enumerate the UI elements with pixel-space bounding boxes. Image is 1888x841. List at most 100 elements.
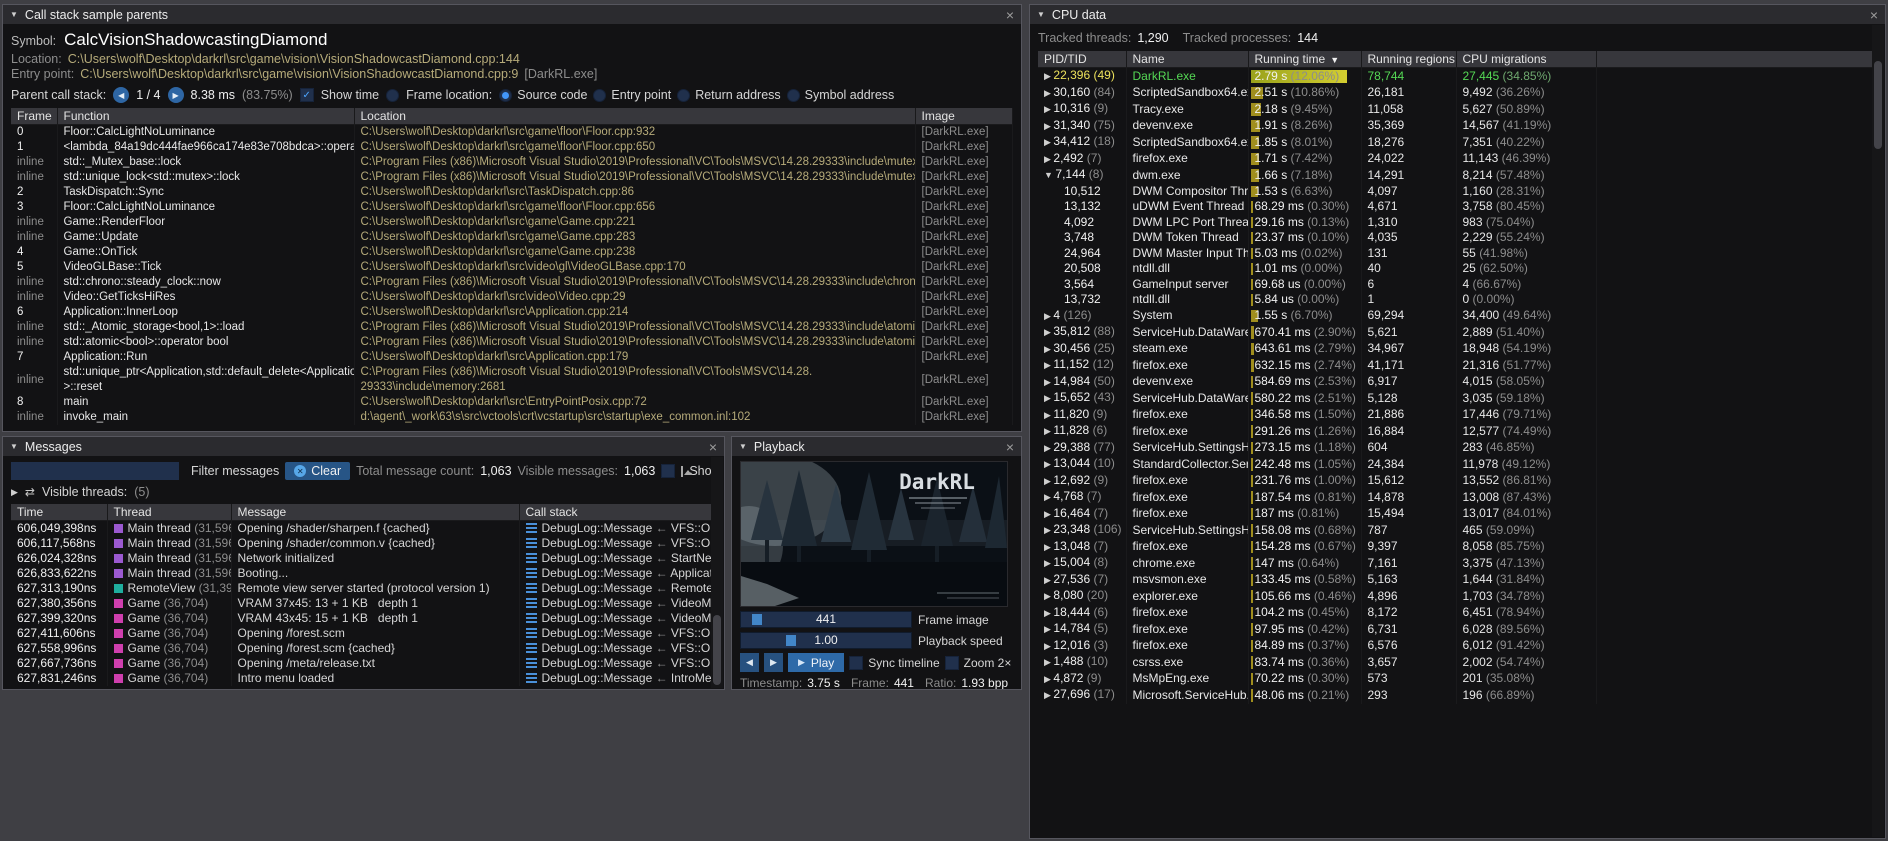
- frame-location-radio-symbol-address[interactable]: Symbol address: [787, 88, 895, 102]
- cpu-row[interactable]: ▶ 1,488 (10)csrss.exe83.74 ms (0.36%)3,6…: [1038, 654, 1877, 671]
- expand-arrow-icon[interactable]: ▶: [1044, 154, 1053, 164]
- cpu-row[interactable]: ▶ 22,396 (49)DarkRL.exe2.79 s (12.06%)78…: [1038, 68, 1877, 85]
- expand-arrow-icon[interactable]: ▼: [1044, 170, 1055, 180]
- cpu-row[interactable]: ▶ 29,388 (77)ServiceHub.SettingsHost273.…: [1038, 440, 1877, 457]
- expand-arrow-icon[interactable]: ▶: [1044, 327, 1053, 337]
- prev-parent-button[interactable]: ◀: [113, 87, 129, 103]
- message-row[interactable]: 626,024,328nsMain thread (31,596)Network…: [11, 551, 716, 566]
- cpu-row[interactable]: ▶ 13,048 (7)firefox.exe154.28 ms (0.67%)…: [1038, 539, 1877, 556]
- clear-button[interactable]: ✕ Clear: [285, 462, 350, 480]
- cpu-row[interactable]: 20,508ntdll.dll1.01 ms (0.00%)4025 (62.5…: [1038, 261, 1877, 277]
- expand-arrow-icon[interactable]: ▶: [1044, 476, 1053, 486]
- message-row[interactable]: 627,831,246nsGame (36,704)Intro menu loa…: [11, 671, 716, 686]
- callstack-row[interactable]: inlinestd::_Mutex_base::lockC:\Program F…: [11, 155, 1013, 170]
- collapse-arrow-icon[interactable]: ▼: [1037, 10, 1045, 19]
- message-row[interactable]: 626,833,622nsMain thread (31,596)Booting…: [11, 566, 716, 581]
- expand-arrow-icon[interactable]: ▶: [1044, 690, 1053, 700]
- callstack-row[interactable]: inlinestd::unique_ptr<Application,std::d…: [11, 365, 1013, 395]
- expand-arrow-icon[interactable]: ▶: [1044, 137, 1053, 147]
- cpu-row[interactable]: ▶ 4,872 (9)MsMpEng.exe70.22 ms (0.30%)57…: [1038, 671, 1877, 688]
- message-row[interactable]: 627,558,996nsGame (36,704)Opening /fores…: [11, 641, 716, 656]
- cpu-row[interactable]: 3,564GameInput server69.68 us (0.00%)64 …: [1038, 277, 1877, 293]
- cpu-row[interactable]: ▶ 2,492 (7)firefox.exe1.71 s (7.42%)24,0…: [1038, 151, 1877, 168]
- cpu-row[interactable]: ▶ 31,340 (75)devenv.exe1.91 s (8.26%)35,…: [1038, 118, 1877, 135]
- cpu-row[interactable]: ▶ 4,768 (7)firefox.exe187.54 ms (0.81%)1…: [1038, 489, 1877, 506]
- expand-arrow-icon[interactable]: ▶: [1044, 459, 1053, 469]
- callstack-row[interactable]: 5VideoGLBase::TickC:\Users\wolf\Desktop\…: [11, 260, 1013, 275]
- callstack-row[interactable]: 6Application::InnerLoopC:\Users\wolf\Des…: [11, 305, 1013, 320]
- cpu-row[interactable]: ▶ 12,692 (9)firefox.exe231.76 ms (1.00%)…: [1038, 473, 1877, 490]
- cpu-row[interactable]: ▶ 13,044 (10)StandardCollector.Servic242…: [1038, 456, 1877, 473]
- playback-titlebar[interactable]: ▼ Playback ×: [732, 437, 1021, 456]
- callstack-row[interactable]: inlinestd::_Atomic_storage<bool,1>::load…: [11, 320, 1013, 335]
- sync-timeline-checkbox[interactable]: [849, 656, 863, 670]
- collapse-arrow-icon[interactable]: ▼: [739, 442, 747, 451]
- column-header[interactable]: Time: [11, 504, 107, 521]
- cpu-row[interactable]: ▶ 27,536 (7)msvsmon.exe133.45 ms (0.58%)…: [1038, 572, 1877, 589]
- callstack-row[interactable]: inlinestd::chrono::steady_clock::nowC:\P…: [11, 275, 1013, 290]
- column-header[interactable]: Image: [915, 108, 1013, 125]
- message-row[interactable]: 627,411,606nsGame (36,704)Opening /fores…: [11, 626, 716, 641]
- cpu-row[interactable]: ▶ 4 (126)System1.55 s (6.70%)69,29434,40…: [1038, 308, 1877, 325]
- play-button[interactable]: ▶ Play: [788, 653, 844, 672]
- speed-slider[interactable]: 1.00: [740, 632, 912, 649]
- frame-slider[interactable]: 441: [740, 611, 912, 628]
- cpu-row[interactable]: ▶ 27,696 (17)Microsoft.ServiceHub.Co48.0…: [1038, 687, 1877, 704]
- expand-arrow-icon[interactable]: ▶: [1044, 542, 1053, 552]
- callstack-cell[interactable]: DebugLog::Message ← VideoMemo: [519, 611, 716, 626]
- close-icon[interactable]: ×: [709, 440, 717, 454]
- show-time-checkbox[interactable]: [300, 88, 314, 102]
- callstack-cell[interactable]: DebugLog::Message ← VFS::Open: [519, 536, 716, 551]
- close-icon[interactable]: ×: [1006, 440, 1014, 454]
- column-header[interactable]: Message: [231, 504, 519, 521]
- message-row[interactable]: 606,117,568nsMain thread (31,596)Opening…: [11, 536, 716, 551]
- column-header[interactable]: Location: [354, 108, 915, 125]
- callstack-cell[interactable]: DebugLog::Message ← VFS::Open: [519, 656, 716, 671]
- prev-frame-button[interactable]: ◀: [740, 653, 759, 672]
- callstack-cell[interactable]: DebugLog::Message ← IntroMenu::: [519, 671, 716, 686]
- expand-arrow-icon[interactable]: ▶: [11, 487, 18, 498]
- expand-arrow-icon[interactable]: ▶: [1044, 104, 1053, 114]
- column-header[interactable]: CPU migrations: [1456, 51, 1596, 68]
- expand-arrow-icon[interactable]: ▶: [1044, 426, 1053, 436]
- cpu-row[interactable]: ▶ 30,456 (25)steam.exe643.61 ms (2.79%)3…: [1038, 341, 1877, 358]
- expand-arrow-icon[interactable]: ▶: [1044, 360, 1053, 370]
- cpu-row[interactable]: ▶ 11,828 (6)firefox.exe291.26 ms (1.26%)…: [1038, 423, 1877, 440]
- column-header[interactable]: Function: [57, 108, 354, 125]
- callstack-row[interactable]: inlineGame::UpdateC:\Users\wolf\Desktop\…: [11, 230, 1013, 245]
- callstack-row[interactable]: 1<lambda_84a19dc444fae966ca174e83e708bdc…: [11, 140, 1013, 155]
- expand-arrow-icon[interactable]: ▶: [1044, 377, 1053, 387]
- cpu-row[interactable]: ▶ 12,016 (3)firefox.exe84.89 ms (0.37%)6…: [1038, 638, 1877, 655]
- cpu-scrollbar[interactable]: [1872, 25, 1884, 837]
- cpu-row[interactable]: 24,964DWM Master Input Thread5.03 ms (0.…: [1038, 246, 1877, 262]
- expand-arrow-icon[interactable]: ▶: [1044, 393, 1053, 403]
- close-icon[interactable]: ×: [1006, 8, 1014, 22]
- callstack-cell[interactable]: DebugLog::Message ← StartNetwo: [519, 551, 716, 566]
- cpu-row[interactable]: 3,748DWM Token Thread23.37 ms (0.10%)4,0…: [1038, 230, 1877, 246]
- message-row[interactable]: 627,667,736nsGame (36,704)Opening /meta/…: [11, 656, 716, 671]
- column-header[interactable]: PID/TID: [1038, 51, 1126, 68]
- cpu-row[interactable]: ▶ 14,784 (5)firefox.exe97.95 ms (0.42%)6…: [1038, 621, 1877, 638]
- expand-arrow-icon[interactable]: ▶: [1044, 558, 1053, 568]
- callstack-row[interactable]: inlinestd::atomic<bool>::operator boolC:…: [11, 335, 1013, 350]
- cpu-row[interactable]: ▼ 7,144 (8)dwm.exe1.66 s (7.18%)14,2918,…: [1038, 167, 1877, 184]
- cpu-row[interactable]: ▶ 8,080 (20)explorer.exe105.66 ms (0.46%…: [1038, 588, 1877, 605]
- next-frame-button[interactable]: ▶: [764, 653, 783, 672]
- callstack-titlebar[interactable]: ▼ Call stack sample parents ×: [3, 5, 1021, 24]
- cpu-row[interactable]: ▶ 35,812 (88)ServiceHub.DataWarehou670.4…: [1038, 324, 1877, 341]
- cpu-row[interactable]: ▶ 16,464 (7)firefox.exe187 ms (0.81%)15,…: [1038, 506, 1877, 523]
- collapse-arrow-icon[interactable]: ▼: [10, 10, 18, 19]
- show-frame-checkbox[interactable]: [661, 464, 675, 478]
- close-icon[interactable]: ×: [1870, 8, 1878, 22]
- callstack-cell[interactable]: DebugLog::Message ← VFS::Open: [519, 626, 716, 641]
- cpu-row[interactable]: 10,512DWM Compositor Thread1.53 s (6.63%…: [1038, 184, 1877, 200]
- expand-arrow-icon[interactable]: ▶: [1044, 525, 1053, 535]
- expand-arrow-icon[interactable]: ▶: [1044, 624, 1053, 634]
- frame-location-radio-source-code[interactable]: Source code: [499, 88, 587, 102]
- expand-arrow-icon[interactable]: ▶: [1044, 591, 1053, 601]
- callstack-row[interactable]: inlineinvoke_maind:\agent\_work\63\s\src…: [11, 410, 1013, 425]
- cpu-row[interactable]: ▶ 15,652 (43)ServiceHub.DataWarehou580.2…: [1038, 390, 1877, 407]
- callstack-cell[interactable]: DebugLog::Message ← VFS::Open: [519, 521, 716, 537]
- cpu-titlebar[interactable]: ▼ CPU data ×: [1030, 5, 1885, 24]
- expand-arrow-icon[interactable]: ▶: [1044, 71, 1053, 81]
